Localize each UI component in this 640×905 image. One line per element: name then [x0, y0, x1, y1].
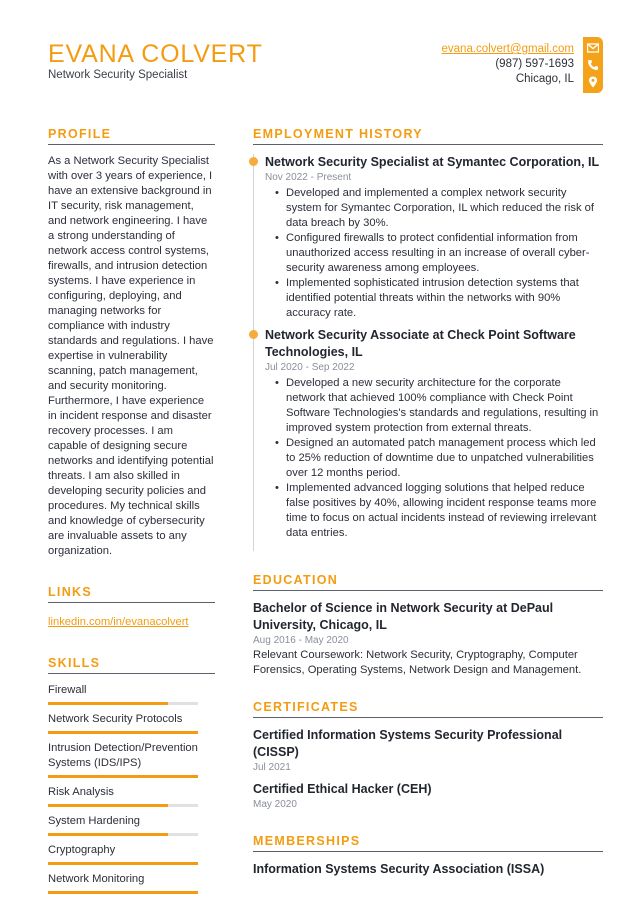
job-title: Network Security Associate at Check Poin…: [265, 328, 576, 359]
job-bullet: Designed an automated patch management p…: [275, 436, 603, 481]
skill-item: System Hardening: [48, 814, 215, 836]
skills-section: SKILLS Firewall Network Security Protocol…: [48, 656, 215, 894]
envelope-icon: [587, 43, 599, 53]
profile-section: PROFILE As a Network Security Specialist…: [48, 127, 215, 559]
job-bullet: Developed and implemented a complex netw…: [275, 186, 603, 231]
job-bullet: Configured firewalls to protect confiden…: [275, 231, 603, 276]
skill-name: Firewall: [48, 684, 87, 696]
resume-header: EVANA COLVERT Network Security Specialis…: [48, 40, 263, 82]
certificate-title: Certified Ethical Hacker (CEH): [253, 782, 432, 796]
certificate-item: Certified Ethical Hacker (CEH) May 2020: [253, 781, 603, 812]
skill-level-bar: [48, 804, 198, 807]
job-title: Network Security Specialist: [48, 69, 188, 81]
linkedin-link[interactable]: linkedin.com/in/evanacolvert: [48, 616, 189, 628]
section-heading-memberships: MEMBERSHIPS: [253, 834, 603, 852]
skill-name: Network Monitoring: [48, 873, 145, 885]
phone-icon: [588, 60, 598, 70]
education-dates: Aug 2016 - May 2020: [253, 635, 349, 646]
certificate-title: Certified Information Systems Security P…: [253, 728, 563, 759]
certificate-date: May 2020: [253, 799, 297, 810]
section-heading-certificates: CERTIFICATES: [253, 700, 603, 718]
skill-item: Network Security Protocols: [48, 712, 215, 734]
skill-item: Risk Analysis: [48, 785, 215, 807]
skill-level-fill: [48, 833, 168, 836]
timeline-dot: [249, 157, 258, 166]
skill-name: Intrusion Detection/Prevention Systems (…: [48, 742, 198, 769]
skill-name: System Hardening: [48, 815, 141, 827]
contact-icon-bar: [583, 37, 603, 93]
employment-section: EMPLOYMENT HISTORY Network Security Spec…: [249, 127, 603, 551]
skill-level-bar: [48, 833, 198, 836]
section-heading-profile: PROFILE: [48, 127, 215, 145]
skill-level-fill: [48, 862, 198, 865]
job-entry: Network Security Associate at Check Poin…: [249, 327, 603, 541]
right-column: EMPLOYMENT HISTORY Network Security Spec…: [249, 127, 603, 878]
degree-title: Bachelor of Science in Network Security …: [253, 601, 554, 632]
skill-level-bar: [48, 702, 198, 705]
section-heading-skills: SKILLS: [48, 656, 215, 674]
contact-info: evana.colvert@gmail.com (987) 597-1693 C…: [442, 42, 574, 87]
certificates-section: CERTIFICATES Certified Information Syste…: [253, 700, 603, 812]
links-section: LINKS linkedin.com/in/evanacolvert: [48, 585, 215, 630]
job-bullet: Implemented sophisticated intrusion dete…: [275, 276, 603, 321]
skill-level-fill: [48, 804, 168, 807]
skill-level-fill: [48, 775, 198, 778]
profile-text: As a Network Security Specialist with ov…: [48, 155, 214, 557]
employment-timeline: Network Security Specialist at Symantec …: [249, 154, 603, 551]
job-title: Network Security Specialist at Symantec …: [265, 155, 600, 169]
education-section: EDUCATION Bachelor of Science in Network…: [253, 573, 603, 678]
job-entry: Network Security Specialist at Symantec …: [249, 154, 603, 321]
certificate-date: Jul 2021: [253, 762, 291, 773]
skill-level-fill: [48, 891, 198, 894]
skill-item: Network Monitoring: [48, 872, 215, 894]
skill-level-bar: [48, 862, 198, 865]
skill-name: Network Security Protocols: [48, 713, 183, 725]
job-dates: Nov 2022 - Present: [265, 172, 352, 183]
skill-level-fill: [48, 702, 168, 705]
section-heading-links: LINKS: [48, 585, 215, 603]
skill-level-bar: [48, 891, 198, 894]
skill-name: Cryptography: [48, 844, 116, 856]
job-dates: Jul 2020 - Sep 2022: [265, 362, 355, 373]
skill-level-bar: [48, 731, 198, 734]
skill-name: Risk Analysis: [48, 786, 114, 798]
job-bullet: Implemented advanced logging solutions t…: [275, 481, 603, 541]
education-description: Relevant Coursework: Network Security, C…: [253, 649, 582, 676]
email-link[interactable]: evana.colvert@gmail.com: [442, 43, 574, 55]
membership-title: Information Systems Security Association…: [253, 862, 545, 876]
skill-item: Firewall: [48, 683, 215, 705]
job-bullet: Developed a new security architecture fo…: [275, 376, 603, 436]
section-heading-education: EDUCATION: [253, 573, 603, 591]
phone-number: (987) 597-1693: [495, 58, 574, 70]
candidate-name: EVANA COLVERT: [48, 40, 263, 68]
left-column: PROFILE As a Network Security Specialist…: [48, 127, 215, 901]
skill-level-fill: [48, 731, 198, 734]
skill-item: Cryptography: [48, 843, 215, 865]
location: Chicago, IL: [515, 73, 574, 85]
map-pin-icon: [589, 76, 597, 88]
skill-item: Intrusion Detection/Prevention Systems (…: [48, 741, 215, 778]
timeline-dot: [249, 330, 258, 339]
certificate-item: Certified Information Systems Security P…: [253, 727, 603, 775]
skill-level-bar: [48, 775, 198, 778]
section-heading-employment: EMPLOYMENT HISTORY: [253, 127, 603, 145]
memberships-section: MEMBERSHIPS Information Systems Security…: [253, 834, 603, 878]
